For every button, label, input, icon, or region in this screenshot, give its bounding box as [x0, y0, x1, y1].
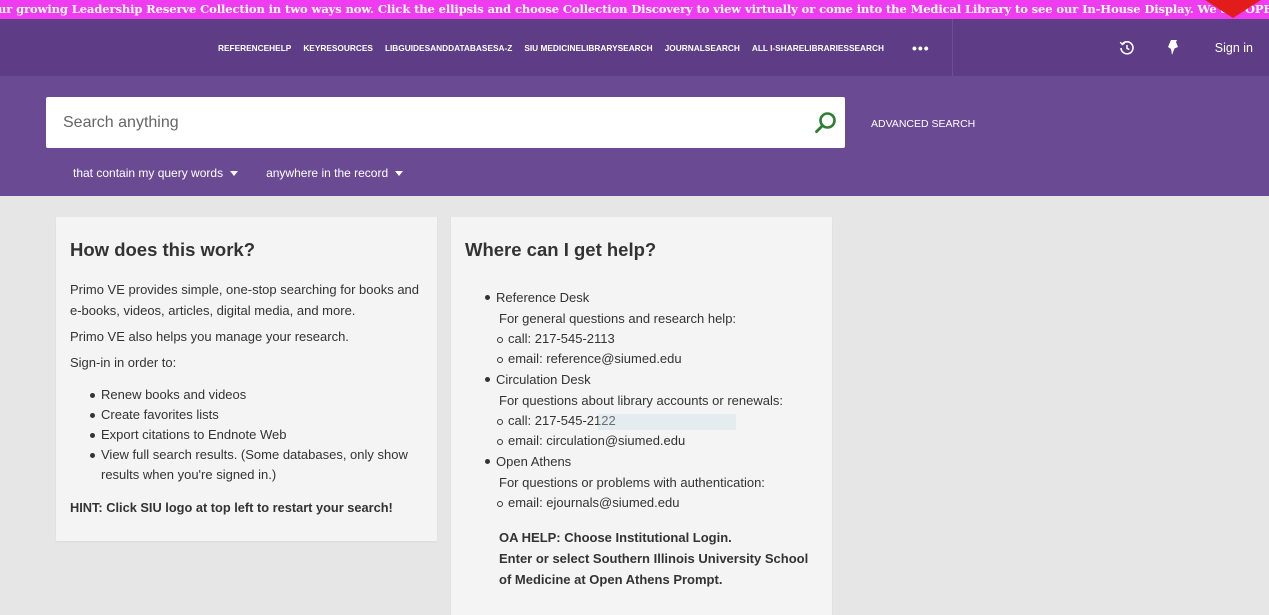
- caret-down-icon: [230, 170, 239, 176]
- nav-item-label: LIBRARIES: [804, 42, 849, 53]
- oa-help-line-1: OA HELP: Choose Institutional Login.: [499, 530, 732, 545]
- main-nav: REFERENCE HELP KEY RESOURCES LIBGUIDES AND DAT…: [212, 19, 953, 76]
- help-entries: Reference Desk For general questions and …: [465, 287, 818, 513]
- caret-down-icon: [395, 170, 404, 176]
- help-card-title: Where can I get help?: [465, 239, 657, 260]
- contact-item: email: circulation@siumed.edu: [465, 431, 818, 451]
- contact-item: call: 217-545-2113: [465, 329, 818, 349]
- list-item: Export citations to Endnote Web: [70, 425, 423, 445]
- help-entry: Reference Desk For general questions and …: [465, 287, 818, 369]
- record-scope-label: anywhere in the record: [266, 166, 389, 180]
- nav-item-label: RESOURCES: [320, 42, 373, 53]
- nav-item-label: KEY: [303, 42, 321, 53]
- more-menu-button[interactable]: •••: [890, 19, 953, 76]
- corner-flag-icon: [1205, 0, 1261, 18]
- help-entry-name: Reference Desk: [465, 287, 818, 308]
- query-words-dropdown[interactable]: that contain my query words: [73, 166, 239, 180]
- oa-help-line-2: Enter or select Southern Illinois Univer…: [499, 551, 809, 587]
- search-box: [46, 97, 845, 148]
- help-entry: Circulation Desk For questions about libr…: [465, 369, 818, 451]
- nav-item-label: LIBRARY: [581, 42, 618, 53]
- nav-item-label: HELP: [269, 42, 292, 53]
- ghost-overlay: [598, 414, 736, 430]
- topbar-actions: Sign in: [1117, 19, 1253, 76]
- how-does-this-work-card: How does this work? Primo VE provides si…: [56, 217, 437, 541]
- how-card-title: How does this work?: [70, 239, 256, 260]
- history-icon[interactable]: [1117, 38, 1137, 58]
- help-entry-desc: For general questions and research help:: [499, 311, 737, 326]
- advanced-search-link[interactable]: ADVANCED SEARCH: [871, 118, 975, 130]
- how-signin-text: Sign-in in order to:: [70, 355, 177, 370]
- top-navigation-bar: REFERENCE HELP KEY RESOURCES LIBGUIDES AND DAT…: [0, 19, 1269, 76]
- help-entry-name: Open Athens: [465, 451, 818, 472]
- nav-item-label: JOURNAL: [664, 42, 705, 53]
- query-words-label: that contain my query words: [73, 166, 224, 180]
- nav-item-label: A-Z: [498, 42, 513, 53]
- nav-item-label: SIU MEDICINE: [524, 42, 582, 53]
- nav-item[interactable]: LIBGUIDES AND DATABASES A-Z: [379, 19, 518, 76]
- hint-text: HINT: Click SIU logo at top left to rest…: [70, 500, 393, 515]
- nav-item[interactable]: ALL I-SHARE LIBRARIES SEARCH: [746, 19, 890, 76]
- nav-item-label: SEARCH: [704, 42, 740, 53]
- how-intro-text: Primo VE provides simple, one-stop searc…: [70, 282, 420, 318]
- nav-item-label: AND: [430, 42, 449, 53]
- signin-benefits-list: Renew books and videos Create favorites …: [70, 385, 423, 485]
- help-entry-name: Circulation Desk: [465, 369, 818, 390]
- nav-item-label: SEARCH: [848, 42, 884, 53]
- nav-item[interactable]: REFERENCE HELP: [212, 19, 297, 76]
- contact-list: email: ejournals@siumed.edu: [465, 493, 818, 513]
- nav-item-label: DATABASES: [448, 42, 499, 53]
- help-entry-desc: For questions about library accounts or …: [499, 393, 783, 408]
- search-input[interactable]: [63, 97, 803, 148]
- nav-item-label: ALL I-SHARE: [751, 42, 805, 53]
- nav-item-label: REFERENCE: [218, 42, 270, 53]
- announcement-banner: ur growing Leadership Reserve Collection…: [0, 0, 1269, 19]
- nav-item-label: SEARCH: [617, 42, 653, 53]
- list-item: Renew books and videos: [70, 385, 423, 405]
- help-entry-desc: For questions or problems with authentic…: [499, 475, 765, 490]
- how-research-text: Primo VE also helps you manage your rese…: [70, 329, 349, 344]
- contact-item: email: ejournals@siumed.edu: [465, 493, 818, 513]
- search-filters: that contain my query words anywhere in …: [73, 166, 431, 180]
- nav-item[interactable]: KEY RESOURCES: [297, 19, 379, 76]
- search-icon[interactable]: [813, 110, 839, 136]
- pin-icon[interactable]: [1163, 38, 1183, 58]
- help-entry: Open Athens For questions or problems wit…: [465, 451, 818, 513]
- announcement-text: ur growing Leadership Reserve Collection…: [0, 2, 1269, 16]
- oa-help-text: OA HELP: Choose Institutional Login. Ent…: [465, 527, 818, 590]
- nav-item[interactable]: SIU MEDICINE LIBRARY SEARCH: [518, 19, 658, 76]
- sign-in-link[interactable]: Sign in: [1215, 41, 1253, 55]
- contact-list: call: 217-545-2113 email: reference@siume…: [465, 329, 818, 369]
- record-scope-dropdown[interactable]: anywhere in the record: [266, 166, 404, 180]
- search-section: ADVANCED SEARCH that contain my query wo…: [0, 76, 1269, 196]
- contact-item: email: reference@siumed.edu: [465, 349, 818, 369]
- list-item: View full search results. (Some database…: [70, 445, 423, 485]
- nav-item-label: LIBGUIDES: [384, 42, 431, 53]
- nav-item[interactable]: JOURNAL SEARCH: [659, 19, 746, 76]
- list-item: Create favorites lists: [70, 405, 423, 425]
